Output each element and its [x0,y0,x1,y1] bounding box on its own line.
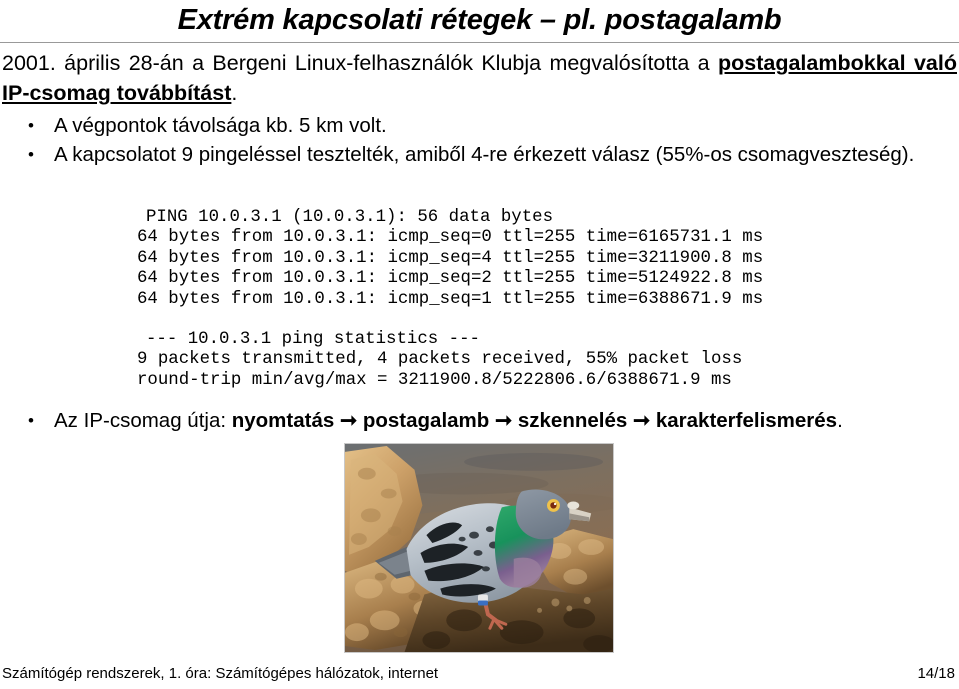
path-step-print: nyomtatás [231,409,335,432]
list-item-label: A kapcsolatot 9 pingeléssel tesztelték, … [54,143,915,166]
intro-text-part2: . [231,81,238,105]
ping-output-spacer [137,310,763,330]
path-prefix: Az IP-csomag útja: [54,409,232,432]
bullet-marker-icon: • [28,411,34,430]
path-suffix: . [837,409,843,432]
ping-reply-line: 64 bytes from 10.0.3.1: icmp_seq=4 ttl=2… [137,248,764,268]
intro-paragraph: 2001. április 28-án a Bergeni Linux-felh… [2,48,957,108]
ping-reply-line: 64 bytes from 10.0.3.1: icmp_seq=2 ttl=2… [137,269,764,289]
ping-reply-line: 64 bytes from 10.0.3.1: icmp_seq=1 ttl=2… [137,289,764,309]
list-item: • A végpontok távolsága kb. 5 km volt. [28,111,928,140]
ping-reply-line: 64 bytes from 10.0.3.1: icmp_seq=0 ttl=2… [137,228,764,248]
arrow-right-icon: ➞ [627,409,656,432]
path-step-scan: szkennelés [517,409,628,432]
intro-text-part1: 2001. április 28-án a Bergeni Linux-felh… [2,51,718,75]
list-item-label: Az IP-csomag útja: nyomtatás ➞ postagala… [54,406,938,435]
ping-stats-packets-line: 9 packets transmitted, 4 packets receive… [137,350,743,370]
ping-output-block: PING 10.0.3.1 (10.0.3.1): 56 data bytes … [137,208,763,391]
bullet-marker-icon: • [28,145,34,164]
list-item: • Az IP-csomag útja: nyomtatás ➞ postaga… [28,406,938,435]
pigeon-photo-image [345,444,613,652]
path-step-ocr: karakterfelismerés [655,409,838,432]
arrow-right-icon: ➞ [334,409,363,432]
list-item-label: A végpontok távolsága kb. 5 km volt. [54,114,387,137]
ping-header-line: PING 10.0.3.1 (10.0.3.1): 56 data bytes [146,208,554,227]
bullet-marker-icon: • [28,116,34,135]
slide: Extrém kapcsolati rétegek – pl. postagal… [0,0,959,689]
footer-page-number: 14/18 [917,665,955,682]
list-item: • A kapcsolatot 9 pingeléssel tesztelték… [28,140,956,169]
arrow-right-icon: ➞ [489,409,518,432]
path-step-pigeon: postagalamb [362,409,490,432]
pigeon-photo [344,443,614,653]
slide-title: Extrém kapcsolati rétegek – pl. postagal… [177,4,782,36]
ping-stats-rtt-line: round-trip min/avg/max = 3211900.8/52228… [137,370,732,390]
footer-course-label: Számítógép rendszerek, 1. óra: Számítógé… [2,665,439,682]
ping-stats-header-line: --- 10.0.3.1 ping statistics --- [146,330,480,350]
title-divider [0,42,959,43]
